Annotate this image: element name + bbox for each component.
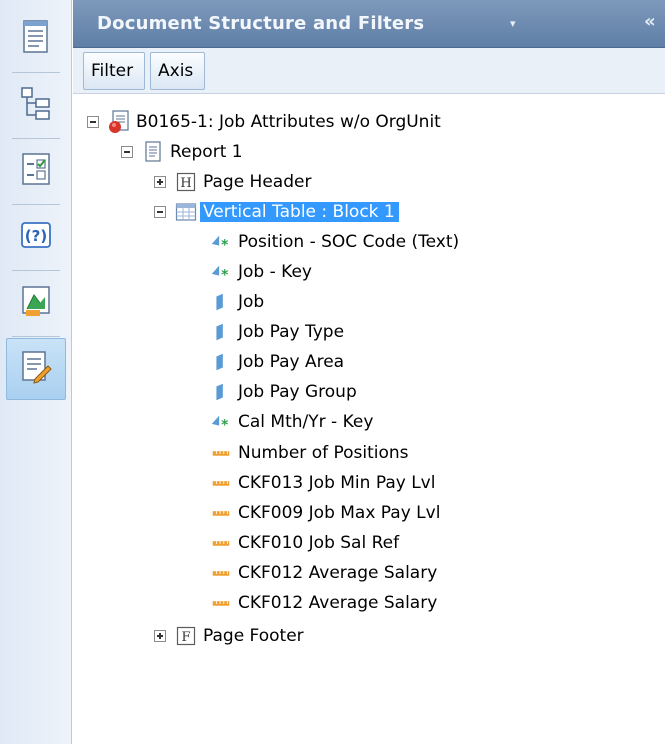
chart-button[interactable] xyxy=(6,272,66,334)
measure-icon xyxy=(210,502,232,524)
tree-item-dimension[interactable]: Job Pay Type xyxy=(210,319,344,345)
tree-node-label: Page Footer xyxy=(203,626,304,646)
checklist-icon xyxy=(20,151,52,191)
tree-item-label: Job xyxy=(238,292,265,312)
tree-item-label: Job - Key xyxy=(238,262,312,282)
table-icon xyxy=(175,201,197,223)
tab-bar: Filter Axis xyxy=(73,48,665,94)
tree-item-measure[interactable]: CKF010 Job Sal Ref xyxy=(210,530,399,556)
tree-item-label: CKF012 Average Salary xyxy=(238,563,438,583)
input-controls-button[interactable] xyxy=(6,140,66,202)
collapse-toggle-icon[interactable] xyxy=(121,146,133,158)
tree-item-label: CKF013 Job Min Pay Lvl xyxy=(238,473,436,493)
tree-node-document[interactable]: B0165-1: Job Attributes w/o OrgUnit xyxy=(87,109,441,135)
collapse-panel-icon[interactable]: « xyxy=(644,11,656,32)
report-icon xyxy=(142,141,164,163)
structure-tree-icon xyxy=(19,85,53,125)
tree-item-label: Number of Positions xyxy=(238,443,409,463)
svg-text:F: F xyxy=(181,630,190,645)
structure-button[interactable] xyxy=(6,74,66,136)
document-list-button[interactable] xyxy=(6,8,66,70)
tree-item-attribute-key[interactable]: * Cal Mth/Yr - Key xyxy=(210,409,373,435)
panel-title: Document Structure and Filters xyxy=(97,13,425,34)
tree-item-measure[interactable]: CKF012 Average Salary xyxy=(210,590,437,616)
svg-text:H: H xyxy=(180,176,191,191)
footer-f-icon: F xyxy=(175,625,197,647)
tree-item-dimension[interactable]: Job Pay Area xyxy=(210,349,344,375)
document-list-icon xyxy=(21,19,51,59)
help-button[interactable]: (?) xyxy=(6,206,66,268)
dimension-icon xyxy=(210,381,232,403)
expand-toggle-icon[interactable] xyxy=(154,630,166,642)
attribute-key-icon: * xyxy=(210,261,232,283)
svg-text:(?): (?) xyxy=(25,227,47,245)
dimension-icon xyxy=(210,351,232,373)
tree-item-label: Job Pay Type xyxy=(238,322,345,342)
tree-item-dimension[interactable]: Job xyxy=(210,289,264,315)
tree-node-label: Report 1 xyxy=(170,142,243,162)
tree-node-label: Vertical Table : Block 1 xyxy=(200,202,399,222)
tree-item-measure[interactable]: CKF009 Job Max Pay Lvl xyxy=(210,500,440,526)
tree-node-report[interactable]: Report 1 xyxy=(121,139,243,165)
svg-text:*: * xyxy=(221,267,228,282)
tree-node-label: Page Header xyxy=(203,172,312,192)
tree-item-label: CKF010 Job Sal Ref xyxy=(238,533,400,553)
tree-item-label: Position - SOC Code (Text) xyxy=(238,232,460,252)
tree-node-page-footer[interactable]: F Page Footer xyxy=(154,623,304,649)
tree-item-label: Job Pay Area xyxy=(238,352,345,372)
header-h-icon: H xyxy=(175,171,197,193)
dimension-icon xyxy=(210,321,232,343)
left-toolbar: (?) xyxy=(0,0,72,744)
measure-icon xyxy=(210,562,232,584)
tab-axis[interactable]: Axis xyxy=(150,52,205,90)
expand-toggle-icon[interactable] xyxy=(154,176,166,188)
measure-icon xyxy=(210,592,232,614)
tree-node-page-header[interactable]: H Page Header xyxy=(154,169,311,195)
measure-icon xyxy=(210,472,232,494)
chart-icon xyxy=(19,283,53,323)
document-structure-tree: B0165-1: Job Attributes w/o OrgUnit Repo… xyxy=(73,95,665,744)
edit-document-icon xyxy=(19,349,53,389)
tree-item-label: Job Pay Group xyxy=(238,382,357,402)
svg-text:*: * xyxy=(221,417,228,432)
collapse-toggle-icon[interactable] xyxy=(154,206,166,218)
tab-filter[interactable]: Filter xyxy=(83,52,145,90)
tree-item-attribute-key[interactable]: * Job - Key xyxy=(210,259,312,285)
tree-node-vertical-table[interactable]: Vertical Table : Block 1 xyxy=(154,199,399,225)
tree-item-label: Cal Mth/Yr - Key xyxy=(238,412,374,432)
tree-item-label: CKF012 Average Salary xyxy=(238,593,438,613)
tree-item-dimension[interactable]: Job Pay Group xyxy=(210,379,357,405)
tree-item-label: CKF009 Job Max Pay Lvl xyxy=(238,503,441,523)
tree-node-label: B0165-1: Job Attributes w/o OrgUnit xyxy=(136,112,441,132)
panel-header: Document Structure and Filters ▾ « xyxy=(73,0,665,48)
chevron-down-icon[interactable]: ▾ xyxy=(510,17,516,30)
dimension-icon xyxy=(210,291,232,313)
tree-item-attribute-key[interactable]: * Position - SOC Code (Text) xyxy=(210,229,459,255)
attribute-key-icon: * xyxy=(210,411,232,433)
edit-document-button[interactable] xyxy=(6,338,66,400)
tree-item-measure[interactable]: CKF012 Average Salary xyxy=(210,560,437,586)
tree-item-measure[interactable]: Number of Positions xyxy=(210,440,409,466)
document-query-icon xyxy=(108,110,130,133)
tree-item-measure[interactable]: CKF013 Job Min Pay Lvl xyxy=(210,470,435,496)
svg-text:*: * xyxy=(221,237,228,252)
measure-icon xyxy=(210,532,232,554)
collapse-toggle-icon[interactable] xyxy=(87,116,99,128)
measure-icon xyxy=(210,442,232,464)
help-icon: (?) xyxy=(19,218,53,256)
attribute-key-icon: * xyxy=(210,231,232,253)
